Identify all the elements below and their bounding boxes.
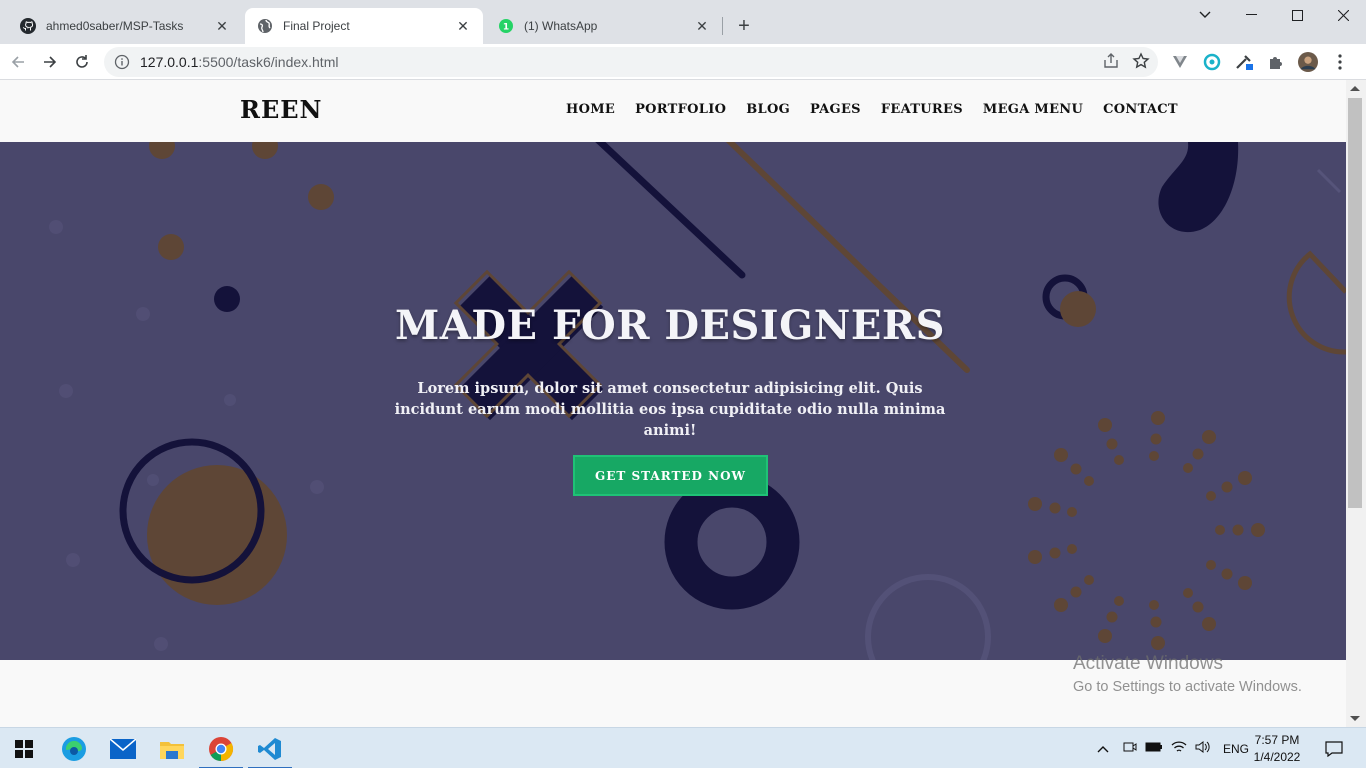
scrollbar-thumb[interactable] — [1348, 98, 1362, 508]
system-tray: ENG — [1097, 728, 1249, 768]
clock-time: 7:57 PM — [1254, 733, 1300, 747]
page-viewport: REEN HOME PORTFOLIO BLOG PAGES FEATURES … — [0, 80, 1346, 727]
window-controls — [1182, 0, 1366, 30]
volume-icon[interactable] — [1195, 740, 1211, 757]
browser-menu-icon[interactable] — [1330, 52, 1350, 72]
nav-home[interactable]: HOME — [566, 102, 615, 117]
tab-strip: ahmed0saber/MSP-Tasks ✕ Final Project ✕ … — [0, 0, 1366, 44]
bookmark-star-icon[interactable] — [1132, 52, 1150, 70]
watermark-subtitle: Go to Settings to activate Windows. — [1073, 679, 1302, 695]
nav-portfolio[interactable]: PORTFOLIO — [635, 102, 726, 117]
watermark-title: Activate Windows — [1073, 653, 1223, 674]
url-host: 127.0.0.1 — [140, 54, 199, 70]
omnibox-actions — [1102, 52, 1150, 70]
url-path: :5500/task6/index.html — [198, 54, 339, 70]
forward-button[interactable] — [38, 50, 62, 74]
maximize-button[interactable] — [1274, 0, 1320, 30]
grammar-extension-icon[interactable] — [1202, 52, 1222, 72]
edge-icon[interactable] — [50, 728, 98, 768]
vpn-extension-icon[interactable] — [1170, 52, 1190, 72]
windows-start-icon[interactable] — [0, 728, 48, 768]
profile-avatar[interactable] — [1298, 52, 1318, 72]
hero-description: Lorem ipsum, dolor sit amet consectetur … — [394, 380, 946, 439]
tab-title: ahmed0saber/MSP-Tasks — [46, 19, 184, 33]
nav-mega-menu[interactable]: MEGA MENU — [983, 102, 1083, 117]
show-hidden-icons-icon[interactable] — [1097, 742, 1109, 756]
nav-contact[interactable]: CONTACT — [1103, 102, 1178, 117]
meet-now-icon[interactable] — [1123, 740, 1137, 757]
whatsapp-icon: 1 — [499, 19, 513, 33]
notification-center-icon[interactable] — [1310, 728, 1358, 768]
site-header: REEN HOME PORTFOLIO BLOG PAGES FEATURES … — [0, 80, 1346, 142]
scroll-down-arrow-icon[interactable] — [1350, 716, 1360, 721]
site-logo[interactable]: REEN — [240, 95, 322, 124]
hero-title: MADE FOR DESIGNERS — [395, 302, 945, 349]
close-tab-icon[interactable]: ✕ — [455, 18, 471, 34]
site-info-icon[interactable] — [114, 54, 130, 70]
activate-windows-watermark: Activate Windows Go to Settings to activ… — [1073, 653, 1302, 695]
input-language[interactable]: ENG — [1223, 742, 1249, 756]
clock-date: 1/4/2022 — [1253, 750, 1301, 764]
battery-icon[interactable] — [1145, 741, 1163, 756]
tab-github[interactable]: ahmed0saber/MSP-Tasks ✕ — [8, 8, 242, 44]
tab-title: (1) WhatsApp — [524, 19, 598, 33]
globe-icon — [258, 19, 272, 33]
reload-button[interactable] — [70, 50, 94, 74]
tab-whatsapp[interactable]: 1 (1) WhatsApp ✕ — [486, 8, 722, 44]
minimize-button[interactable] — [1228, 0, 1274, 30]
taskbar-clock[interactable]: 7:57 PM 1/4/2022 — [1252, 732, 1302, 766]
tab-final-project[interactable]: Final Project ✕ — [245, 8, 483, 44]
forward-arrow-icon — [44, 56, 57, 68]
whatsapp-badge: 1 — [503, 23, 509, 33]
windows-taskbar: ENG 7:57 PM 1/4/2022 — [0, 727, 1366, 768]
eyedropper-extension-icon[interactable] — [1234, 52, 1254, 72]
close-tab-icon[interactable]: ✕ — [694, 18, 710, 34]
browser-toolbar: 127.0.0.1:5500/task6/index.html — [0, 44, 1366, 80]
reload-icon — [76, 55, 88, 68]
tab-search-icon[interactable] — [1182, 0, 1228, 30]
wifi-icon[interactable] — [1171, 740, 1187, 757]
tab-title: Final Project — [283, 19, 350, 33]
get-started-button[interactable]: GET STARTED NOW — [573, 455, 768, 496]
nav-blog[interactable]: BLOG — [746, 102, 790, 117]
chrome-icon[interactable] — [197, 728, 245, 768]
url-text: 127.0.0.1:5500/task6/index.html — [140, 54, 338, 70]
nav-features[interactable]: FEATURES — [881, 102, 963, 117]
hero-section: MADE FOR DESIGNERS Lorem ipsum, dolor si… — [0, 142, 1346, 660]
new-tab-button[interactable]: + — [733, 15, 755, 37]
scroll-up-arrow-icon[interactable] — [1350, 86, 1360, 91]
close-window-button[interactable] — [1320, 0, 1366, 30]
back-button[interactable] — [6, 50, 30, 74]
mail-icon[interactable] — [99, 728, 147, 768]
share-icon[interactable] — [1102, 52, 1120, 70]
extensions-puzzle-icon[interactable] — [1266, 52, 1286, 72]
nav-pages[interactable]: PAGES — [810, 102, 861, 117]
address-bar[interactable]: 127.0.0.1:5500/task6/index.html — [104, 47, 1158, 77]
vscode-icon[interactable] — [246, 728, 294, 768]
close-tab-icon[interactable]: ✕ — [214, 18, 230, 34]
file-explorer-icon[interactable] — [148, 728, 196, 768]
back-arrow-icon — [11, 56, 24, 68]
page-scrollbar[interactable] — [1346, 80, 1366, 727]
tab-separator — [722, 17, 723, 35]
main-nav: HOME PORTFOLIO BLOG PAGES FEATURES MEGA … — [566, 102, 1198, 117]
github-icon — [20, 18, 36, 34]
